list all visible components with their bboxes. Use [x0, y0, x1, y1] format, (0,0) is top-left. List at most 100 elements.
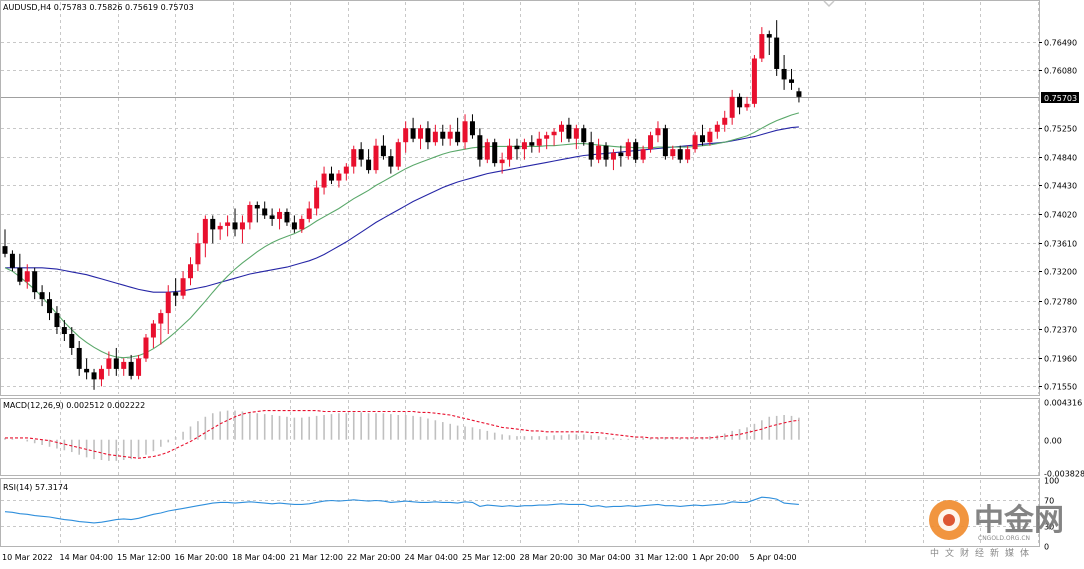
candle-body [507, 145, 513, 160]
candle-body [774, 37, 780, 69]
candle-body [551, 131, 557, 136]
macd-series [4, 410, 800, 461]
macd-panel-title: MACD(12,26,9) 0.002512 0.002222 [3, 401, 145, 410]
candle-body [128, 361, 134, 376]
candle-body [173, 292, 179, 296]
candle-body [366, 159, 372, 171]
candle-body [670, 149, 676, 157]
candle-body [722, 117, 728, 125]
x-tick-label: 25 Mar 12:00 [462, 553, 515, 562]
candle-body [447, 131, 453, 139]
candle-body [217, 225, 223, 230]
candle-body [492, 142, 498, 164]
candle-body [343, 166, 349, 174]
candle-body [699, 135, 705, 143]
candle-body [150, 323, 156, 338]
shift-arrow-icon [823, 0, 835, 8]
watermark-logo-core [943, 514, 955, 526]
candle-body [573, 128, 579, 139]
candle-body [284, 211, 290, 223]
candle-body [143, 337, 149, 359]
candle-body [536, 138, 542, 146]
candle-body [640, 149, 646, 160]
y-tick-label: 0.71960 [1044, 355, 1077, 364]
candle-body [544, 135, 550, 139]
candle-body [729, 96, 735, 118]
candle-body [477, 135, 483, 160]
candle-body [662, 128, 668, 157]
x-tick-label: 31 Mar 12:00 [635, 553, 688, 562]
candle-body [84, 368, 90, 373]
y-tick-label: 0.73610 [1044, 240, 1077, 249]
watermark-subtitle: 中文财经新媒体 [930, 547, 1035, 559]
candle-body [440, 131, 446, 139]
candle-body [418, 128, 424, 139]
rsi-panel-title: RSI(14) 57.3174 [3, 483, 68, 492]
candle-body [299, 218, 305, 230]
price-panel-title: AUDUSD,H4 0.75783 0.75826 0.75619 0.7570… [3, 3, 194, 12]
candle-body [432, 131, 438, 143]
y-tick-label: 0.76490 [1044, 39, 1077, 48]
candle-body [781, 68, 787, 80]
x-tick-label: 1 Apr 20:00 [692, 553, 739, 562]
x-tick-label: 18 Mar 04:00 [232, 553, 285, 562]
grid [1, 2, 1039, 546]
rsi-y-tick-label: 0 [1044, 543, 1049, 552]
candle-body [76, 347, 82, 369]
candle-body [714, 124, 720, 132]
candle-body [351, 149, 357, 167]
y-tick-label: 0.71550 [1044, 383, 1077, 392]
candle-body [239, 222, 245, 230]
y-tick-label: 0.73200 [1044, 268, 1077, 277]
candle-body [291, 222, 297, 230]
y-tick-label: 0.75250 [1044, 125, 1077, 134]
macd-y-tick-label: 0.004316 [1044, 399, 1082, 408]
candle-body [54, 313, 60, 328]
candle-body [225, 222, 231, 226]
candle-body [425, 128, 431, 143]
candle-body [98, 368, 104, 380]
y-tick-label: 0.76080 [1044, 67, 1077, 76]
x-tick-label: 21 Mar 12:00 [290, 553, 343, 562]
candle-body [39, 292, 45, 300]
candle-body [262, 208, 268, 216]
candle-body [373, 145, 379, 171]
candle-body [136, 358, 142, 376]
candle-body [514, 145, 520, 150]
candle-body [751, 58, 757, 104]
last-price-label: 0.75703 [1044, 94, 1077, 103]
candle-body [403, 128, 409, 143]
candle-body [17, 267, 23, 282]
candle-body [618, 152, 624, 157]
candle-body [499, 159, 505, 164]
rsi-y-tick-label: 100 [1044, 477, 1059, 486]
candle-body [269, 215, 275, 219]
candle-body [610, 152, 616, 160]
candle-body [306, 208, 312, 219]
candle-body [336, 173, 342, 181]
macd-y-tick-label: 0.00 [1044, 437, 1062, 446]
candle-body [655, 128, 661, 136]
price-panel-frame [0, 0, 1040, 396]
candle-body [47, 299, 53, 314]
candle-body [158, 313, 164, 324]
y-tick-label: 0.72370 [1044, 326, 1077, 335]
y-tick-label: 0.72780 [1044, 298, 1077, 307]
candle-body [24, 271, 30, 282]
rsi-series [4, 496, 799, 524]
candle-body [588, 142, 594, 160]
candle-body [677, 149, 683, 160]
candle-body [625, 142, 631, 157]
x-tick-label: 28 Mar 20:00 [520, 553, 573, 562]
candle-body [692, 135, 698, 150]
x-tick-label: 24 Mar 04:00 [405, 553, 458, 562]
candle-body [484, 142, 490, 160]
axis-labels: 0.76490 0.76080 0.75250 0.74840 0.74430 0.740… [2, 39, 1084, 563]
candle-body [388, 156, 394, 167]
candle-body [759, 34, 765, 59]
candle-body [121, 361, 127, 369]
candle-body [462, 121, 468, 143]
candle-body [277, 211, 283, 219]
y-tick-label: 0.74430 [1044, 182, 1077, 191]
candle-body [254, 204, 260, 209]
